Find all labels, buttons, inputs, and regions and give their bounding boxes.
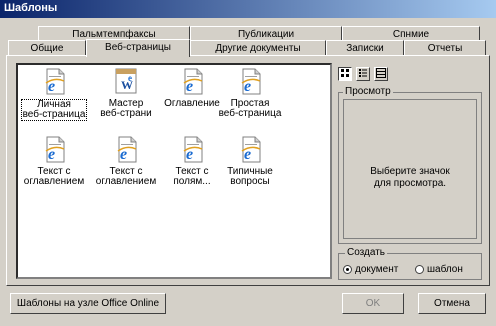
template-item-label: Текст с полям...	[172, 167, 211, 187]
large-icons-view-button[interactable]	[338, 67, 352, 81]
details-view-button[interactable]	[374, 67, 388, 81]
tab-label: Публикации	[237, 29, 295, 40]
list-view-icon	[359, 69, 367, 77]
document-radio[interactable]	[343, 265, 352, 274]
web-page-icon: e	[39, 135, 69, 165]
create-legend: Создать	[345, 247, 388, 258]
list-view-button[interactable]	[356, 67, 370, 81]
template-label-line: веб-страни	[100, 108, 152, 119]
template-label-line: полям...	[173, 176, 211, 187]
web-page-icon: e	[177, 67, 207, 97]
create-group: Создать документ шаблон	[338, 247, 482, 280]
template-item[interactable]: e Личная веб-страница	[20, 67, 88, 121]
tab-label: Записки	[346, 43, 384, 54]
template-label-line: Оглавление	[164, 98, 220, 109]
tab-general[interactable]: Общие	[8, 40, 86, 56]
large-icons-view-icon	[341, 69, 349, 77]
preview-legend: Просмотр	[343, 86, 393, 97]
tab-label: Другие документы	[215, 43, 301, 54]
svg-text:e: e	[128, 73, 132, 83]
template-item[interactable]: We Мастер веб-страни	[92, 67, 160, 119]
document-radio-label[interactable]: документ	[355, 264, 398, 275]
template-item[interactable]: e Типичные вопросы	[216, 135, 284, 187]
web-page-icon: e	[235, 67, 265, 97]
template-item-label: Текст с оглавлением	[95, 167, 157, 187]
template-label-line: оглавлением	[23, 176, 85, 187]
template-label-line: веб-страница	[218, 108, 282, 119]
preview-message: Выберите значок для просмотра.	[344, 166, 476, 190]
title-bar: Шаблоны	[0, 0, 496, 18]
tab-web-pages[interactable]: Веб-страницы	[86, 39, 190, 57]
cancel-button[interactable]: Отмена	[418, 293, 486, 314]
template-item-label: Оглавление	[163, 99, 221, 109]
template-item-label: Простая веб-страница	[218, 99, 283, 119]
template-list[interactable]: e Личная веб-страница We Мастер веб-страни e Ог…	[16, 63, 332, 279]
template-radio-label[interactable]: шаблон	[427, 264, 463, 275]
template-item-label: Текст с оглавлением	[23, 167, 85, 187]
tab-label: Общие	[30, 43, 64, 54]
template-item[interactable]: e Простая веб-страница	[216, 67, 284, 119]
web-page-icon: e	[111, 135, 141, 165]
tab-label: Отчеты	[427, 43, 463, 54]
template-item-label: Типичные вопросы	[226, 167, 274, 187]
tab-label: Спнмие	[392, 29, 430, 40]
ok-button[interactable]: OK	[342, 293, 404, 314]
tab-other-documents[interactable]: Другие документы	[190, 40, 326, 56]
wizard-icon: We	[111, 67, 141, 97]
window-title: Шаблоны	[4, 2, 58, 14]
template-item[interactable]: e Текст с оглавлением	[20, 135, 88, 187]
template-label-line: веб-страница	[22, 109, 86, 120]
preview-message-line: Выберите значок	[370, 166, 450, 177]
preview-area: Выберите значок для просмотра.	[343, 99, 477, 239]
web-page-icon: e	[235, 135, 265, 165]
office-online-button[interactable]: Шаблоны на узле Office Online	[10, 293, 166, 314]
preview-message-line: для просмотра.	[373, 178, 447, 189]
web-page-icon: e	[177, 135, 207, 165]
template-item-label: Личная веб-страница	[20, 99, 88, 121]
template-label-line: оглавлением	[95, 176, 157, 187]
tab-memos[interactable]: Записки	[326, 40, 404, 56]
template-label-line: вопросы	[230, 176, 270, 187]
tab-label: Веб-страницы	[105, 42, 171, 53]
web-page-icon: e	[39, 67, 69, 97]
template-radio[interactable]	[415, 265, 424, 274]
template-item-label: Мастер веб-страни	[99, 99, 153, 119]
template-item[interactable]: e Текст с оглавлением	[92, 135, 160, 187]
preview-group: Просмотр Выберите значок для просмотра.	[338, 86, 482, 244]
details-view-icon	[376, 68, 386, 78]
tab-reports[interactable]: Отчеты	[404, 40, 486, 56]
